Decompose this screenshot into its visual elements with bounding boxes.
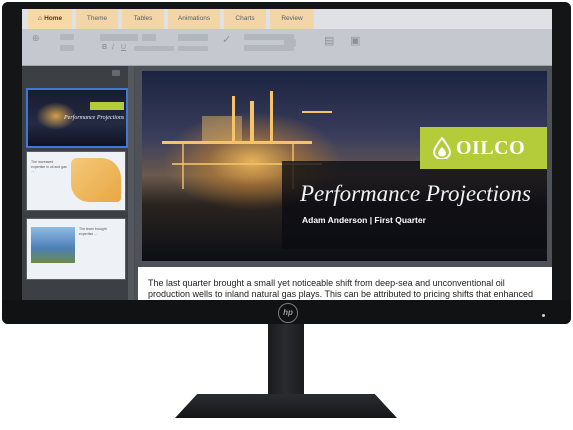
tab-theme[interactable]: Theme xyxy=(76,9,118,29)
tab-animations[interactable]: Animations xyxy=(168,9,220,29)
oilco-logo-text: OILCO xyxy=(456,137,526,159)
font-family-select[interactable] xyxy=(100,34,138,41)
platform-structure xyxy=(202,116,242,142)
slide-thumbnail-2[interactable]: The increased expertise in oil and gas .… xyxy=(26,151,126,211)
picture-icon[interactable]: ▣ xyxy=(350,34,360,47)
underline-icon[interactable]: U xyxy=(121,44,126,51)
slide-subtitle[interactable]: Adam Anderson | First Quarter xyxy=(302,215,426,225)
text-format-buttons[interactable] xyxy=(134,46,174,51)
tab-home[interactable]: ⌂ Home xyxy=(28,9,72,29)
platform-tower xyxy=(250,101,254,141)
tab-animations-label: Animations xyxy=(177,15,211,22)
tab-home-label: Home xyxy=(44,15,63,22)
thumbnail-text: The team brought expertise ... xyxy=(79,227,107,236)
font-size-select[interactable] xyxy=(142,34,156,41)
columns-button[interactable] xyxy=(284,39,296,47)
current-slide[interactable]: OILCO Performance Projections Adam Ander… xyxy=(142,71,547,261)
reset-button[interactable] xyxy=(60,45,74,51)
tab-charts-label: Charts xyxy=(235,15,255,22)
checkmark-icon[interactable]: ✓ xyxy=(222,33,231,46)
thumbnail-title: Performance Projections xyxy=(64,115,125,121)
speaker-notes-panel[interactable]: The last quarter brought a small yet not… xyxy=(138,267,552,300)
ribbon-toolbar: ⊕ B I U ✓ ▤ ▣ xyxy=(22,29,552,66)
speaker-notes-text[interactable]: The last quarter brought a small yet not… xyxy=(148,278,548,300)
hp-logo: hp xyxy=(278,303,298,323)
tab-tables[interactable]: Tables xyxy=(122,9,164,29)
platform-leg xyxy=(182,144,184,189)
tab-review-label: Review xyxy=(281,15,303,22)
monitor-stand-neck xyxy=(268,324,304,406)
bold-icon[interactable]: B xyxy=(102,44,107,51)
clipboard-icon[interactable]: ▤ xyxy=(324,34,334,47)
slide-title[interactable]: Performance Projections xyxy=(300,181,531,207)
ribbon-tab-bar: ⌂ Home Theme Tables Animations Charts Re… xyxy=(22,9,552,29)
platform-tower xyxy=(270,91,273,141)
slide-thumbnails-panel: Performance Projections The increased ex… xyxy=(22,66,134,300)
style-select[interactable] xyxy=(178,34,208,41)
platform-crane xyxy=(302,111,332,113)
thumbnail-image xyxy=(71,158,121,202)
tab-tables-label: Tables xyxy=(133,15,153,22)
panel-menu-icon[interactable] xyxy=(112,70,120,76)
font-color-buttons[interactable] xyxy=(178,46,208,51)
monitor-stand-base xyxy=(175,394,397,418)
oil-drop-icon xyxy=(432,137,452,159)
monitor-screen: ⌂ Home Theme Tables Animations Charts Re… xyxy=(22,9,552,300)
power-indicator xyxy=(542,314,545,317)
tab-charts[interactable]: Charts xyxy=(224,9,266,29)
italic-icon[interactable]: I xyxy=(112,44,114,51)
tab-theme-label: Theme xyxy=(86,15,108,22)
layout-button[interactable] xyxy=(60,34,74,40)
thumbnail-text: The increased expertise in oil and gas .… xyxy=(31,160,67,173)
tab-review[interactable]: Review xyxy=(270,9,314,29)
thumbnail-logo xyxy=(90,102,124,110)
thumbnail-image xyxy=(31,227,75,263)
thumbnails-scrollbar[interactable] xyxy=(128,66,134,300)
slide-thumbnail-1[interactable]: Performance Projections xyxy=(26,88,128,148)
new-slide-icon[interactable]: ⊕ xyxy=(32,33,40,44)
slide-thumbnail-3[interactable]: The team brought expertise ... xyxy=(26,218,126,280)
